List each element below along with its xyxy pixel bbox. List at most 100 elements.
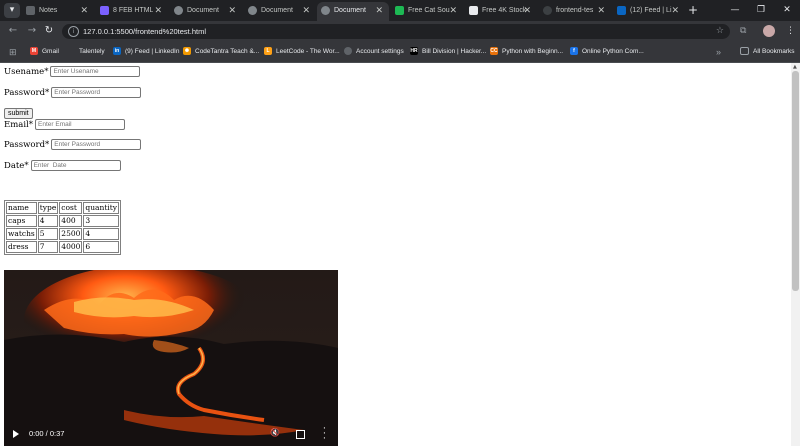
bookmark-label: Gmail bbox=[42, 48, 59, 55]
submit-button[interactable]: submit bbox=[4, 108, 33, 119]
tab-linkedin-feed[interactable]: (12) Feed | Li ✕ bbox=[613, 2, 685, 21]
bookmark-star-icon[interactable]: ☆ bbox=[716, 24, 724, 39]
all-bookmarks[interactable]: All Bookmarks bbox=[740, 42, 795, 62]
bookmark-leetcode[interactable]: L LeetCode - The Wor... bbox=[264, 42, 340, 62]
username-label: Usename* bbox=[4, 66, 49, 77]
tab-8-feb-html[interactable]: 8 FEB HTML ✕ bbox=[96, 2, 168, 21]
close-tab-icon[interactable]: ✕ bbox=[523, 2, 531, 19]
menu-kebab-icon[interactable]: ⋮ bbox=[786, 24, 795, 38]
page-scrollbar[interactable]: ▲ bbox=[791, 63, 800, 446]
tab-title: Document bbox=[261, 7, 293, 14]
site-info-icon[interactable]: i bbox=[68, 26, 79, 37]
password-input[interactable] bbox=[51, 87, 142, 98]
more-options-icon[interactable]: · · · bbox=[323, 425, 326, 444]
password-label: Password* bbox=[4, 87, 50, 98]
browser-toolbar: ← → ↻ i 127.0.0.1:5500/frontend%20test.h… bbox=[0, 21, 800, 42]
tab-frontend-test[interactable]: frontend-tes ✕ bbox=[539, 2, 611, 21]
scrollbar-thumb[interactable] bbox=[792, 71, 799, 291]
bookmark-hackerrank[interactable]: HR Bill Division | Hacker... bbox=[410, 42, 486, 62]
gmail-icon: M bbox=[30, 47, 38, 56]
video-time: 0:00 / 0:37 bbox=[29, 429, 65, 438]
table-cell: 4 bbox=[37, 215, 59, 227]
tab-search-icon[interactable]: ▾ bbox=[4, 3, 20, 18]
table-cell: dress bbox=[6, 241, 37, 253]
document-favicon-icon bbox=[100, 6, 109, 15]
tab-free-4k-stock[interactable]: Free 4K Stock ✕ bbox=[465, 2, 537, 21]
email-label: Email* bbox=[4, 119, 34, 130]
table-row: caps 4 400 3 bbox=[6, 215, 119, 227]
table-row: dress 7 4000 6 bbox=[6, 241, 119, 253]
scroll-up-arrow-icon[interactable]: ▲ bbox=[793, 64, 797, 70]
column-header: cost bbox=[59, 202, 83, 214]
volume-muted-icon[interactable]: 🔇 bbox=[270, 428, 280, 437]
tab-free-cat-sounds[interactable]: Free Cat Sou ✕ bbox=[391, 2, 463, 21]
close-window-icon[interactable]: ✕ bbox=[774, 0, 800, 21]
bookmarks-bar: ⊞ M Gmail Talentely in (9) Feed | LinkedIn… bbox=[0, 42, 800, 63]
address-bar[interactable]: i 127.0.0.1:5500/frontend%20test.html ☆ bbox=[62, 24, 730, 39]
bookmark-label: LeetCode - The Wor... bbox=[276, 48, 340, 55]
date-input[interactable] bbox=[30, 160, 121, 171]
play-icon[interactable] bbox=[13, 430, 19, 438]
password2-label: Password* bbox=[4, 139, 50, 150]
username-input[interactable] bbox=[50, 66, 141, 77]
close-tab-icon[interactable]: ✕ bbox=[597, 2, 605, 19]
bookmark-gmail[interactable]: M Gmail bbox=[30, 42, 59, 62]
minimize-icon[interactable]: — bbox=[722, 0, 748, 21]
restore-icon[interactable]: ❐ bbox=[748, 0, 774, 21]
date-row: Date* bbox=[4, 160, 121, 171]
video-player[interactable]: 0:00 / 0:37 🔇 · · · bbox=[4, 270, 338, 446]
bookmark-online-python[interactable]: f Online Python Com... bbox=[570, 42, 644, 62]
table-cell: 3 bbox=[83, 215, 119, 227]
bookmark-label: (9) Feed | LinkedIn bbox=[125, 48, 180, 55]
close-tab-icon[interactable]: ✕ bbox=[228, 2, 236, 19]
password2-input[interactable] bbox=[51, 139, 142, 150]
tab-document-1[interactable]: Document ✕ bbox=[170, 2, 242, 21]
extensions-puzzle-icon[interactable]: ⧉ bbox=[740, 24, 746, 38]
back-arrow-icon[interactable]: ← bbox=[6, 24, 20, 38]
tab-document-active[interactable]: Document ✕ bbox=[317, 2, 389, 21]
password2-row: Password* bbox=[4, 139, 142, 150]
email-input[interactable] bbox=[35, 119, 126, 130]
tab-notes[interactable]: Notes ✕ bbox=[22, 2, 94, 21]
account-icon bbox=[344, 47, 352, 56]
bookmark-label: Talentely bbox=[79, 48, 105, 55]
bookmark-label: Account settings bbox=[356, 48, 404, 55]
more-bookmarks-chevron-icon[interactable]: » bbox=[716, 42, 721, 62]
all-bookmarks-label: All Bookmarks bbox=[753, 48, 795, 55]
tab-document-2[interactable]: Document ✕ bbox=[244, 2, 316, 21]
tab-title: (12) Feed | Li bbox=[630, 7, 672, 14]
globe-icon bbox=[174, 6, 183, 15]
leetcode-icon: L bbox=[264, 47, 272, 56]
pexels-favicon-icon bbox=[469, 6, 478, 15]
table-cell: 400 bbox=[59, 215, 83, 227]
username-row: Usename* bbox=[4, 66, 141, 77]
reload-icon[interactable]: ↻ bbox=[42, 24, 56, 38]
bookmark-talentely[interactable]: Talentely bbox=[79, 42, 105, 62]
profile-avatar[interactable] bbox=[763, 25, 775, 37]
close-tab-icon[interactable]: ✕ bbox=[449, 2, 457, 19]
close-tab-icon[interactable]: ✕ bbox=[80, 2, 88, 19]
github-favicon-icon bbox=[543, 6, 552, 15]
bookmark-label: Online Python Com... bbox=[582, 48, 644, 55]
notes-favicon-icon bbox=[26, 6, 35, 15]
bookmark-linkedin[interactable]: in (9) Feed | LinkedIn bbox=[113, 42, 179, 62]
bookmark-account-settings[interactable]: Account settings bbox=[344, 42, 404, 62]
forward-arrow-icon[interactable]: → bbox=[25, 24, 39, 38]
apps-grid-icon[interactable]: ⊞ bbox=[9, 42, 17, 62]
date-label: Date* bbox=[4, 160, 29, 171]
close-tab-icon[interactable]: ✕ bbox=[154, 2, 162, 19]
close-tab-icon[interactable]: ✕ bbox=[302, 2, 310, 19]
bookmark-python-beginners[interactable]: CC Python with Beginn... bbox=[490, 42, 563, 62]
fullscreen-icon[interactable] bbox=[296, 430, 305, 439]
page-content: Usename* Password* submit Email* Passwor… bbox=[0, 63, 791, 446]
linkedin-favicon-icon bbox=[617, 6, 626, 15]
bookmark-codetantra[interactable]: ✺ CodeTantra Teach &... bbox=[183, 42, 259, 62]
table-header-row: name type cost quantity bbox=[6, 202, 119, 214]
table-cell: 5 bbox=[37, 228, 59, 240]
codetantra-icon: ✺ bbox=[183, 47, 191, 56]
column-header: name bbox=[6, 202, 37, 214]
close-tab-icon[interactable]: ✕ bbox=[671, 2, 679, 19]
close-tab-icon[interactable]: ✕ bbox=[375, 2, 383, 19]
lava-video-frame bbox=[4, 270, 338, 446]
new-tab-plus-icon[interactable]: + bbox=[688, 2, 698, 19]
